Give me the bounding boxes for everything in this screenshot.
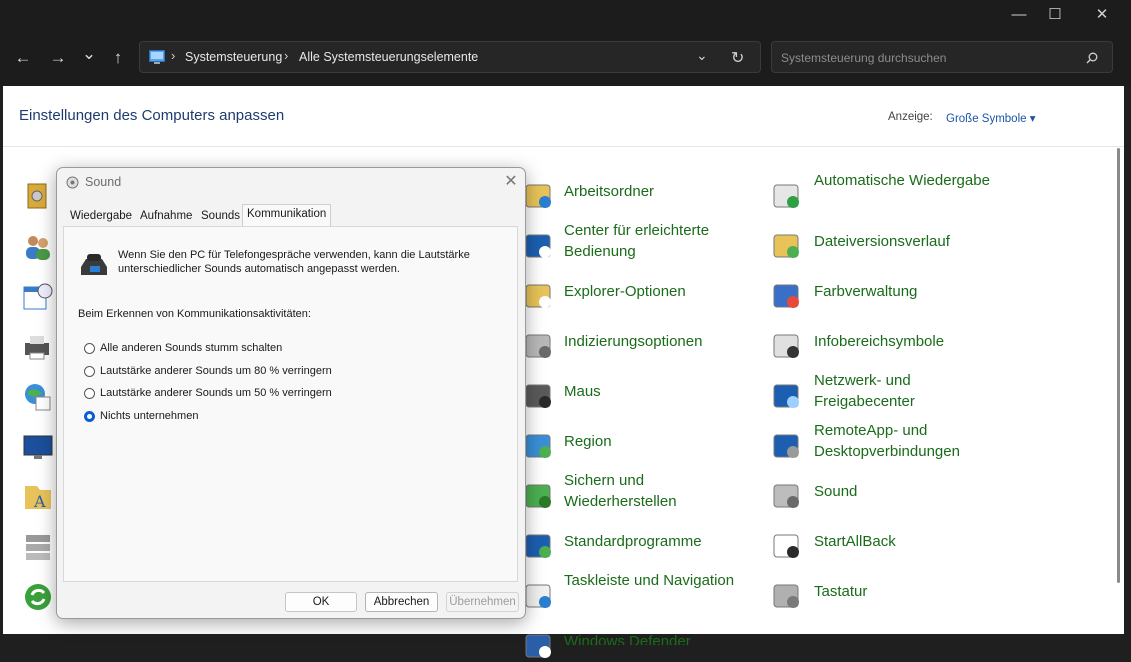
region-icon[interactable]: [523, 430, 555, 462]
dialog-title: Sound: [85, 175, 122, 189]
chevron-right-icon: ›: [171, 48, 176, 63]
recent-locations-button[interactable]: ⌄: [76, 44, 102, 64]
display-icon[interactable]: [22, 431, 54, 463]
taskbar-icon[interactable]: [523, 580, 555, 612]
apply-button[interactable]: Übernehmen: [446, 592, 519, 612]
cp-item-label[interactable]: Infobereichsymbole: [814, 331, 1014, 352]
cp-item-label[interactable]: Windows Defender: [564, 631, 764, 645]
cp-item-label[interactable]: Standardprogramme: [564, 531, 764, 552]
cp-item-label[interactable]: Farbverwaltung: [814, 281, 1014, 302]
speaker-icon: [66, 176, 79, 189]
cp-item-label[interactable]: Tastatur: [814, 581, 1014, 602]
devices-printers-icon[interactable]: [22, 331, 54, 363]
radio-button[interactable]: [84, 366, 95, 377]
remoteapp-icon[interactable]: [771, 430, 803, 462]
cp-item-label[interactable]: Sichern und Wiederherstellen (Windows 7): [564, 470, 744, 507]
page-title: Einstellungen des Computers anpassen: [19, 107, 285, 124]
tab-sounds[interactable]: Sounds: [197, 207, 244, 226]
detect-label: Beim Erkennen von Kommunikationsaktivitä…: [78, 308, 311, 320]
work-folders-icon[interactable]: [523, 180, 555, 212]
mouse-icon[interactable]: [523, 380, 555, 412]
radio-label[interactable]: Lautstärke anderer Sounds um 50 % verrin…: [100, 387, 332, 399]
defender-icon[interactable]: [523, 630, 555, 662]
kommunikation-panel: Wenn Sie den PC für Telefongespräche ver…: [63, 226, 518, 582]
color-management-icon[interactable]: [771, 280, 803, 312]
search-input[interactable]: Systemsteuerung durchsuchen: [781, 51, 946, 65]
communication-description: Wenn Sie den PC für Telefongespräche ver…: [118, 249, 470, 275]
cp-item-label[interactable]: Maus: [564, 381, 764, 402]
content-header: Einstellungen des Computers anpassen Anz…: [3, 86, 1124, 147]
dialog-close-button[interactable]: ✕: [501, 171, 521, 191]
back-button[interactable]: ←: [10, 48, 36, 68]
close-button[interactable]: ✕: [1079, 4, 1125, 26]
radio-label[interactable]: Lautstärke anderer Sounds um 80 % verrin…: [100, 365, 332, 377]
indexing-icon[interactable]: [523, 330, 555, 362]
up-button[interactable]: ↑: [105, 48, 131, 68]
security-maintenance-icon[interactable]: [22, 181, 54, 213]
ok-button[interactable]: OK: [285, 592, 357, 612]
internet-options-icon[interactable]: [22, 381, 54, 413]
storage-spaces-icon[interactable]: [22, 531, 54, 563]
date-time-icon[interactable]: [22, 281, 54, 313]
radio-label[interactable]: Nichts unternehmen: [100, 410, 198, 422]
view-label: Anzeige:: [888, 111, 933, 123]
cp-item-label[interactable]: Automatische Wiedergabe: [814, 170, 994, 191]
forward-button[interactable]: →: [45, 48, 71, 68]
cp-item-label[interactable]: Center für erleichterte Bedienung: [564, 220, 744, 262]
cp-item-label[interactable]: Netzwerk- und Freigabecenter: [814, 370, 994, 412]
cp-item-label[interactable]: Region: [564, 431, 764, 452]
cp-item-label[interactable]: Sound: [814, 481, 1014, 502]
sound-dialog: Sound ✕ Wiedergabe Aufnahme Sounds Kommu…: [56, 167, 526, 619]
svg-text:A: A: [33, 492, 46, 511]
search-box[interactable]: Systemsteuerung durchsuchen: [771, 41, 1113, 73]
telephone-icon: [81, 254, 107, 275]
cp-item-label[interactable]: StartAllBack: [814, 531, 1014, 552]
network-icon[interactable]: [771, 380, 803, 412]
default-programs-icon[interactable]: [523, 530, 555, 562]
address-bar[interactable]: › Systemsteuerung › Alle Systemsteuerung…: [139, 41, 761, 73]
backup-icon[interactable]: [523, 480, 555, 512]
sync-center-icon[interactable]: [22, 581, 54, 613]
cp-item-label[interactable]: Explorer-Optionen: [564, 281, 764, 302]
cp-item-label[interactable]: Dateiversionsverlauf: [814, 231, 1014, 252]
refresh-icon[interactable]: ↻: [731, 48, 744, 68]
radio-label[interactable]: Alle anderen Sounds stumm schalten: [100, 342, 282, 354]
radio-button[interactable]: [84, 388, 95, 399]
fonts-icon[interactable]: A: [22, 481, 54, 513]
radio-button-selected[interactable]: [84, 411, 95, 422]
search-icon[interactable]: [1086, 52, 1098, 64]
notification-icons-icon[interactable]: [771, 330, 803, 362]
file-history-icon[interactable]: [771, 230, 803, 262]
breadcrumb-all-items[interactable]: Alle Systemsteuerungselemente: [299, 50, 478, 64]
tab-kommunikation[interactable]: Kommunikation: [242, 204, 332, 228]
user-accounts-icon[interactable]: [22, 231, 54, 263]
breadcrumb-systemsteuerung[interactable]: Systemsteuerung: [185, 50, 282, 64]
sound-icon[interactable]: [771, 480, 803, 512]
radio-button[interactable]: [84, 343, 95, 354]
autoplay-icon[interactable]: [771, 180, 803, 212]
ease-of-access-icon[interactable]: [523, 230, 555, 262]
explorer-options-icon[interactable]: [523, 280, 555, 312]
view-selector[interactable]: Große Symbole ▾: [946, 111, 1036, 125]
cp-item-label[interactable]: RemoteApp- und Desktopverbindungen: [814, 420, 994, 462]
keyboard-icon[interactable]: [771, 580, 803, 612]
cp-item-label[interactable]: Arbeitsordner: [564, 181, 764, 202]
scrollbar[interactable]: [1117, 148, 1120, 583]
maximize-button[interactable]: ☐: [1032, 4, 1078, 26]
tab-aufnahme[interactable]: Aufnahme: [136, 207, 196, 226]
cp-item-label[interactable]: Taskleiste und Navigation: [564, 570, 744, 591]
control-panel-icon: [149, 50, 165, 64]
tab-wiedergabe[interactable]: Wiedergabe: [66, 207, 136, 226]
startallback-icon[interactable]: [771, 530, 803, 562]
cp-item-label[interactable]: Indizierungsoptionen: [564, 331, 764, 352]
cancel-button[interactable]: Abbrechen: [365, 592, 438, 612]
address-dropdown-icon[interactable]: ⌄: [696, 47, 708, 64]
title-bar: — ☐ ✕: [0, 0, 1131, 34]
chevron-right-icon: ›: [284, 48, 289, 63]
